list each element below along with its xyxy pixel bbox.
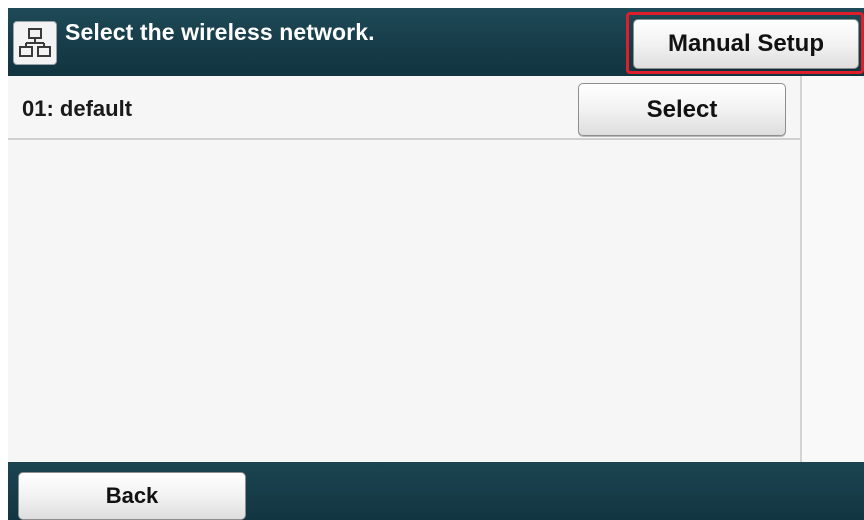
network-icon <box>13 21 57 65</box>
page-title: Select the wireless network. <box>65 19 375 45</box>
back-button[interactable]: Back <box>18 472 246 520</box>
footer-bar: Back <box>8 462 864 520</box>
manual-setup-button[interactable]: Manual Setup <box>633 19 859 69</box>
network-list: 01: default Select <box>8 76 800 462</box>
select-button[interactable]: Select <box>578 83 786 136</box>
printer-panel-screen: Select the wireless network. Manual Setu… <box>8 8 864 520</box>
list-item: 01: default Select <box>8 76 800 140</box>
network-name-label: 01: default <box>22 96 133 121</box>
scroll-panel <box>802 76 864 462</box>
